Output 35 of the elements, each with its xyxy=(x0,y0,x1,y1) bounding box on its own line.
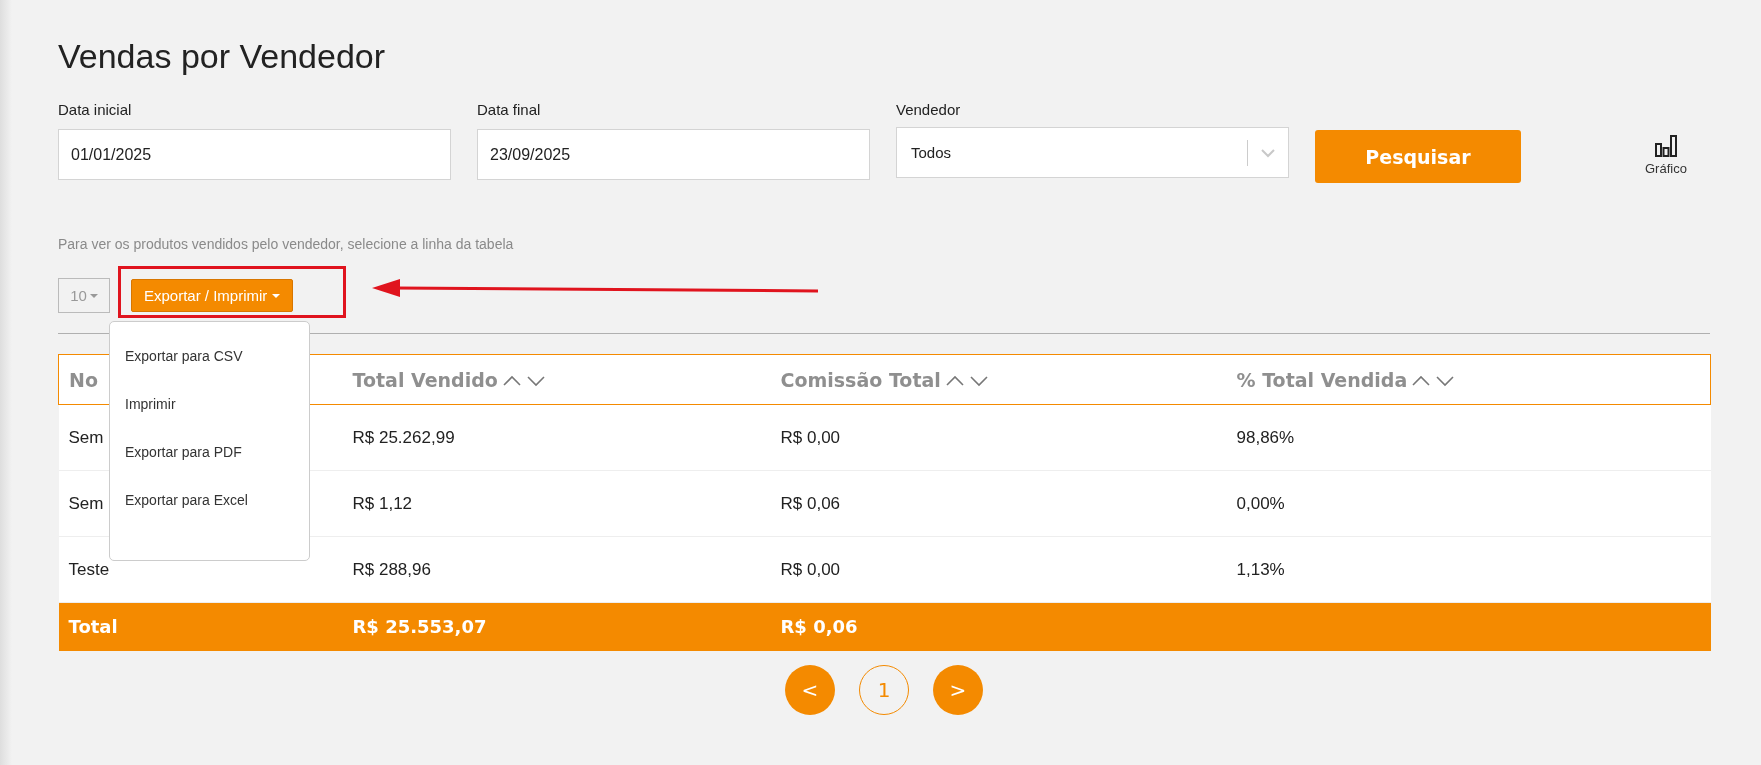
table-cell: R$ 25.262,99 xyxy=(342,404,771,471)
date-field[interactable]: 01/01/2025 xyxy=(58,129,451,180)
hint-text: Para ver os produtos vendidos pelo vendedor, selecione a linha da tabela xyxy=(58,235,514,253)
bar-chart-icon xyxy=(1653,134,1678,158)
menu-item[interactable]: Exportar para Excel xyxy=(110,476,309,524)
date-field[interactable]: 23/09/2025 xyxy=(477,129,870,180)
field-label: Data inicial xyxy=(58,100,132,120)
table-cell: R$ 0,06 xyxy=(770,470,1227,537)
table-cell: R$ 0,00 xyxy=(770,536,1227,603)
table-cell: R$ 0,00 xyxy=(770,404,1227,471)
table-cell: 1,13% xyxy=(1226,536,1711,603)
seller-select[interactable]: Todos xyxy=(896,127,1289,178)
column-header[interactable]: Comissão Total xyxy=(770,354,1227,405)
page-size-button[interactable]: 10 xyxy=(58,278,110,313)
chevron-down-icon xyxy=(1260,147,1276,158)
caret-icon xyxy=(272,293,281,298)
export-button[interactable]: Exportar / Imprimir xyxy=(131,279,294,312)
field-label: Vendedor xyxy=(896,100,961,120)
chart-button[interactable]: Gráfico xyxy=(1645,134,1687,176)
table-cell: R$ 1,12 xyxy=(342,470,771,537)
column-header[interactable]: Total Vendido xyxy=(342,354,771,405)
menu-item[interactable]: Exportar para CSV xyxy=(110,332,309,380)
total-cell: R$ 0,06 xyxy=(770,602,1227,651)
search-button[interactable]: Pesquisar xyxy=(1315,130,1521,183)
total-cell: Total xyxy=(58,602,343,651)
table-cell: 98,86% xyxy=(1226,404,1711,471)
next-page-button[interactable]: > xyxy=(933,664,983,715)
total-cell: R$ 25.553,07 xyxy=(342,602,771,651)
caret-icon xyxy=(89,293,98,298)
previous-page-button[interactable]: < xyxy=(785,664,835,715)
column-header[interactable]: % Total Vendida xyxy=(1226,354,1711,405)
page-title: Vendas por Vendedor xyxy=(58,36,386,76)
field-label: Data final xyxy=(477,100,541,120)
table-cell: R$ 288,96 xyxy=(342,536,771,603)
table-cell: 0,00% xyxy=(1226,470,1711,537)
